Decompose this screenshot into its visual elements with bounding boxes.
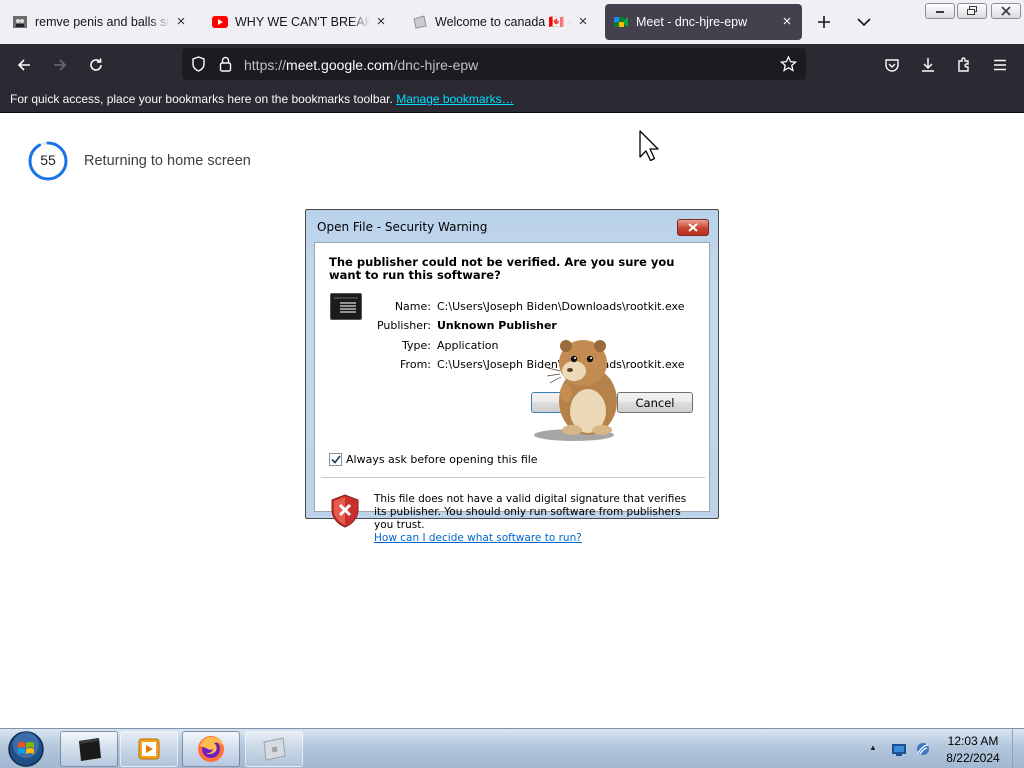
google-meet-favicon-icon — [613, 14, 629, 30]
url-text[interactable]: https://meet.google.com/dnc-hjre-epw — [244, 57, 478, 73]
back-arrow-icon[interactable] — [10, 52, 38, 78]
windows-taskbar: ▲ 12:03 AM 8/22/2024 — [0, 728, 1024, 768]
hamburger-menu-icon[interactable] — [986, 52, 1014, 78]
black-app-icon — [79, 738, 101, 761]
minimize-window-icon[interactable] — [925, 3, 955, 19]
new-tab-plus-icon[interactable] — [812, 10, 836, 34]
hamster-sticker-image — [534, 340, 617, 441]
returning-message: Returning to home screen — [84, 153, 251, 169]
roblox-icon — [263, 737, 286, 761]
tab-2-title: WHY WE CAN'T BREAK UP — [235, 15, 370, 29]
pocket-icon[interactable] — [878, 52, 906, 78]
security-shield-error-icon — [331, 494, 359, 528]
bookmarks-toolbar: For quick access, place your bookmarks h… — [0, 85, 1024, 113]
taskbar-media-player[interactable] — [120, 731, 178, 767]
security-warning-dialog: Open File - Security Warning The publish… — [305, 209, 719, 544]
tracking-protection-shield-icon[interactable] — [191, 56, 206, 75]
taskbar-firefox[interactable] — [182, 731, 240, 767]
name-label: Name: — [394, 300, 431, 313]
bookmark-star-icon[interactable] — [779, 55, 798, 75]
restore-window-icon[interactable] — [957, 3, 987, 19]
tab-4-close-icon[interactable]: × — [780, 14, 794, 29]
type-label: Type: — [402, 339, 431, 352]
countdown-number: 55 — [40, 152, 56, 168]
name-value: C:\Users\Joseph Biden\Downloads\rootkit.… — [437, 300, 685, 313]
publisher-label: Publisher: — [376, 319, 431, 332]
tab-3[interactable]: Welcome to canada 🇨🇦 - × — [404, 4, 598, 40]
reload-icon[interactable] — [82, 52, 110, 78]
help-link[interactable]: How can I decide what software to run? — [374, 532, 696, 545]
youtube-favicon-icon — [212, 14, 228, 30]
dialog-title: Open File - Security Warning — [317, 220, 488, 234]
media-player-icon — [138, 738, 160, 760]
show-desktop-button[interactable] — [1012, 729, 1024, 768]
tab-3-title: Welcome to canada 🇨🇦 - — [435, 14, 572, 29]
signature-warning-text: This file does not have a valid digital … — [374, 493, 687, 531]
dialog-question: The publisher could not be verified. Are… — [329, 255, 675, 282]
lock-icon[interactable] — [219, 56, 232, 75]
tab-1-close-icon[interactable]: × — [174, 14, 188, 29]
clock-date: 8/22/2024 — [946, 751, 1000, 765]
address-bar[interactable]: https://meet.google.com/dnc-hjre-epw — [182, 48, 806, 80]
start-orb-windows-icon[interactable] — [6, 730, 46, 768]
dog-favicon-icon — [12, 14, 28, 30]
always-ask-label: Always ask before opening this file — [346, 453, 538, 466]
network-icon[interactable] — [915, 741, 931, 757]
always-ask-checkbox[interactable] — [329, 453, 342, 466]
signature-warning: This file does not have a valid digital … — [374, 493, 696, 545]
taskbar-roblox[interactable] — [245, 731, 303, 767]
tab-2[interactable]: WHY WE CAN'T BREAK UP × — [204, 4, 396, 40]
image-favicon-icon — [412, 14, 428, 30]
dialog-body: The publisher could not be verified. Are… — [314, 242, 710, 544]
tab-1[interactable]: remve penis and balls surgery × — [4, 4, 196, 40]
tab-3-close-icon[interactable]: × — [576, 14, 590, 29]
navigation-toolbar: https://meet.google.com/dnc-hjre-epw — [0, 44, 1024, 85]
taskbar-app-black-window[interactable] — [60, 731, 118, 767]
manage-bookmarks-link[interactable]: Manage bookmarks… — [396, 92, 513, 106]
tab-2-close-icon[interactable]: × — [374, 14, 388, 29]
forward-arrow-icon[interactable] — [46, 52, 74, 78]
firefox-icon — [198, 736, 224, 762]
always-ask-row[interactable]: Always ask before opening this file — [329, 453, 538, 466]
show-hidden-icons-arrow-icon[interactable]: ▲ — [869, 743, 877, 752]
close-window-icon[interactable] — [991, 3, 1021, 19]
bookmarks-hint: For quick access, place your bookmarks h… — [10, 92, 514, 106]
dialog-divider — [321, 477, 705, 478]
tab-strip: remve penis and balls surgery × WHY WE C… — [0, 0, 1024, 44]
action-center-flag-icon[interactable] — [891, 741, 907, 757]
downloads-icon[interactable] — [914, 52, 942, 78]
mouse-cursor-icon — [639, 130, 659, 162]
type-value: Application — [437, 339, 499, 352]
list-all-tabs-chevron-down-icon[interactable] — [852, 10, 876, 34]
clock-time: 12:03 AM — [947, 734, 999, 748]
from-label: From: — [400, 358, 431, 371]
extensions-puzzle-icon[interactable] — [950, 52, 978, 78]
dialog-close-icon[interactable] — [677, 219, 709, 236]
tab-1-title: remve penis and balls surgery — [35, 15, 170, 29]
tab-4-active[interactable]: Meet - dnc-hjre-epw × — [605, 4, 802, 40]
tab-4-title: Meet - dnc-hjre-epw — [636, 15, 748, 29]
system-clock[interactable]: 12:03 AM 8/22/2024 — [930, 733, 1016, 767]
